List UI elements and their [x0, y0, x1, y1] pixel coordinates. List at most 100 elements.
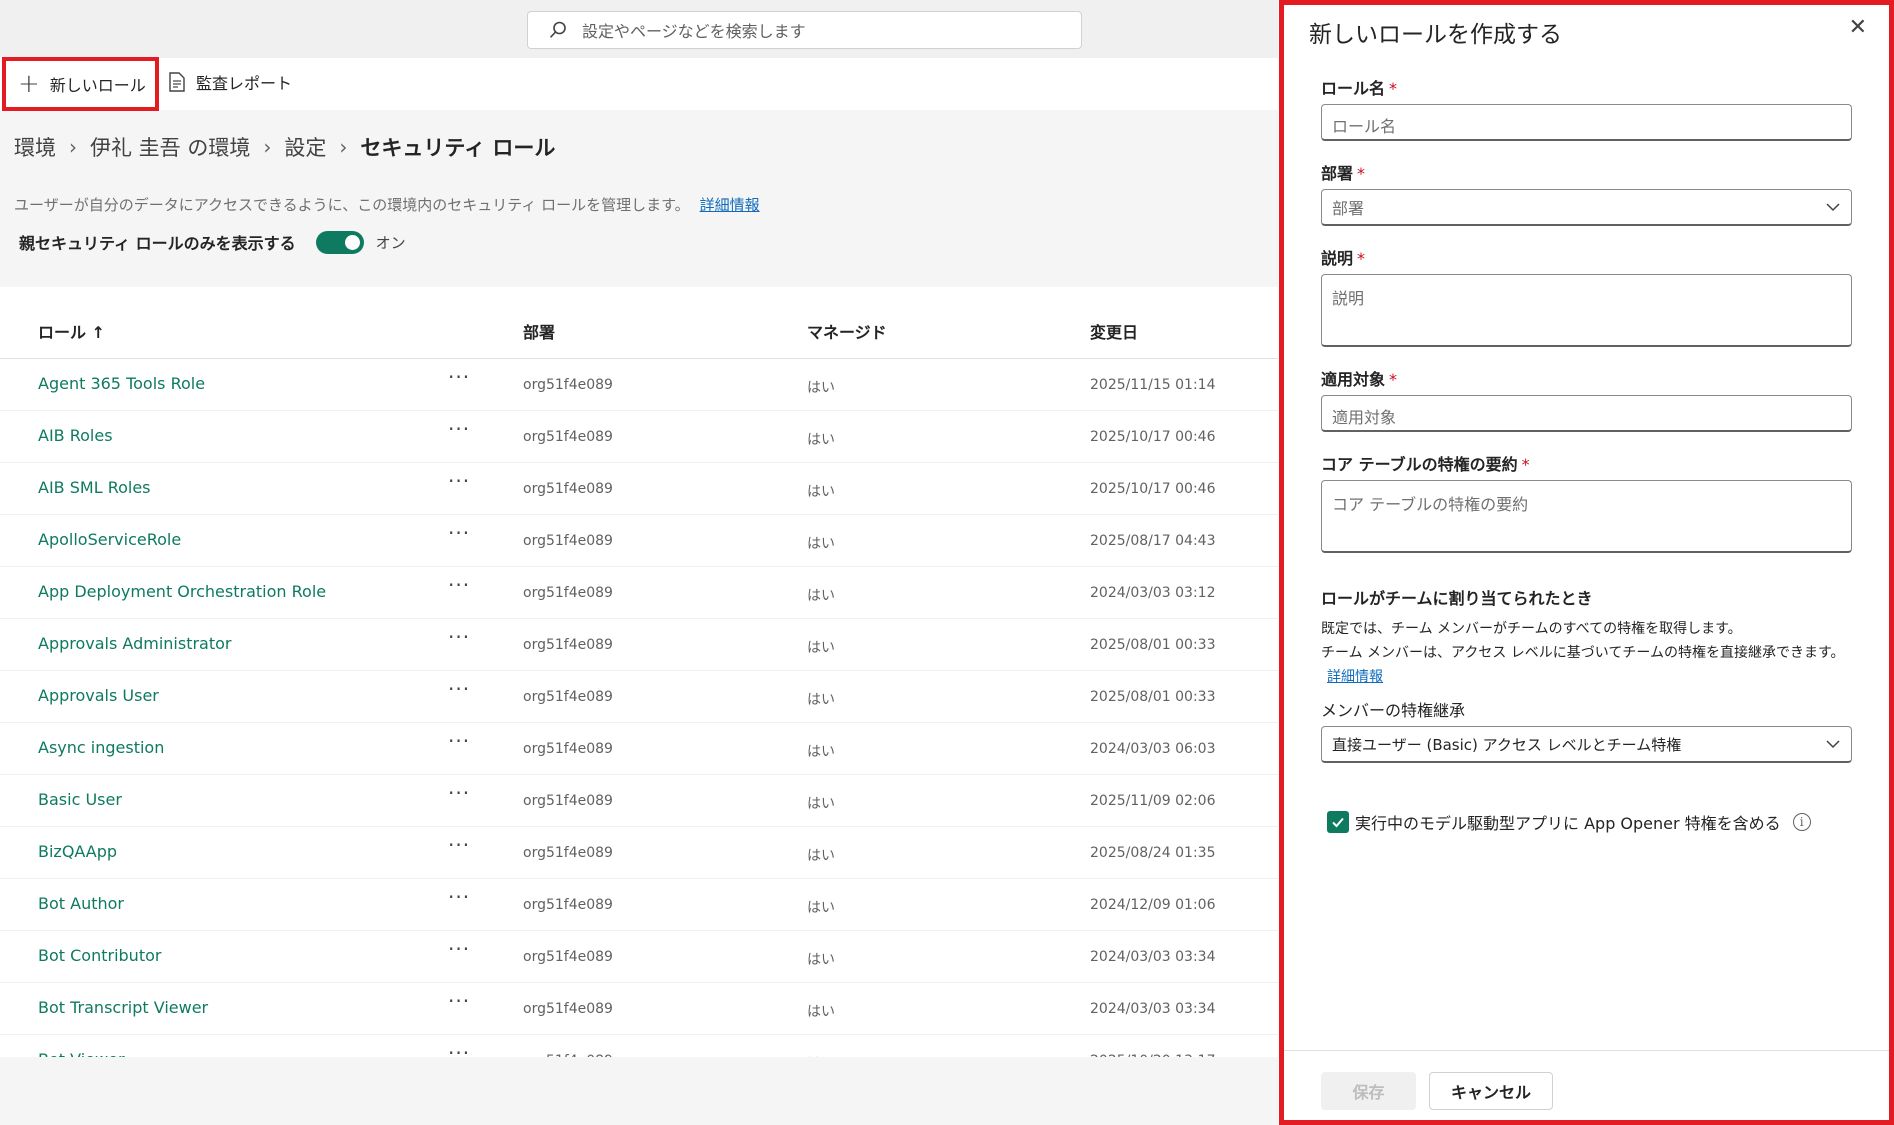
close-icon[interactable]: ✕ — [1849, 15, 1867, 40]
header-modified[interactable]: 変更日 — [1090, 319, 1138, 343]
more-icon[interactable]: ··· — [448, 521, 470, 545]
panel-title: 新しいロールを作成する — [1309, 22, 1562, 48]
new-role-label: 新しいロール — [49, 76, 146, 95]
toggle-label: 親セキュリティ ロールのみを表示する — [19, 234, 296, 253]
department-value: 部署 — [1332, 199, 1365, 218]
description-textarea[interactable]: 説明 — [1321, 274, 1852, 347]
table-row[interactable]: BizQAApp ··· org51f4e089 はい 2025/08/24 01:35 — [0, 827, 1278, 879]
table-row[interactable]: AIB SML Roles ··· org51f4e089 はい 2025/10/17 … — [0, 463, 1278, 515]
more-icon[interactable]: ··· — [448, 417, 470, 441]
department-select[interactable]: 部署 — [1321, 189, 1852, 226]
inherit-value: 直接ユーザー (Basic) アクセス レベルとチーム特権 — [1332, 735, 1682, 754]
table-row[interactable]: AIB Roles ··· org51f4e089 はい 2025/10/17 00:4… — [0, 411, 1278, 463]
core-summary-label-text: コア テーブルの特権の要約 — [1321, 455, 1518, 474]
app-opener-checkbox-row: 実行中のモデル駆動型アプリに App Opener 特権を含める i — [1327, 810, 1811, 834]
description-text: ユーザーが自分のデータにアクセスできるように、この環境内のセキュリティ ロールを… — [14, 196, 690, 214]
core-summary-textarea[interactable]: コア テーブルの特権の要約 — [1321, 480, 1852, 553]
header-department[interactable]: 部署 — [523, 319, 555, 343]
table-row[interactable]: Bot Viewer···org51f4e089はい2025/10/20 13:… — [0, 1035, 1278, 1059]
learn-more-link[interactable]: 詳細情報 — [700, 196, 760, 214]
parent-only-toggle-row: 親セキュリティ ロールのみを表示する オン — [19, 230, 406, 254]
table-row[interactable]: Basic User ··· org51f4e089 はい 2025/11/09 02:… — [0, 775, 1278, 827]
role-link[interactable]: ApolloServiceRole — [38, 530, 181, 549]
role-link[interactable]: BizQAApp — [38, 842, 117, 861]
table-row[interactable]: ApolloServiceRole ··· org51f4e089 はい 2025/08… — [0, 515, 1278, 567]
role-link[interactable]: Approvals User — [38, 686, 159, 705]
more-icon[interactable]: ··· — [448, 625, 470, 649]
role-link[interactable]: AIB SML Roles — [38, 478, 151, 497]
department-label-text: 部署 — [1321, 164, 1354, 183]
header-managed[interactable]: マネージド — [807, 319, 887, 343]
role-link[interactable]: Bot Transcript Viewer — [38, 998, 208, 1017]
table-row[interactable]: Agent 365 Tools Role ··· org51f4e089 はい 2025… — [0, 359, 1278, 411]
managed-cell: はい — [807, 484, 835, 500]
app-opener-checkbox[interactable] — [1327, 811, 1349, 833]
applies-to-label: 適用対象 * — [1321, 366, 1397, 390]
cancel-button[interactable]: キャンセル — [1429, 1072, 1553, 1110]
more-icon[interactable]: ··· — [448, 729, 470, 753]
role-name-label: ロール名 * — [1321, 75, 1397, 99]
breadcrumb-environments[interactable]: 環境 — [14, 132, 56, 162]
table-row[interactable]: Bot Author ··· org51f4e089 はい 2024/12/09 01:… — [0, 879, 1278, 931]
chevron-right-icon: › — [339, 135, 348, 159]
role-link[interactable]: Bot Contributor — [38, 946, 161, 965]
table-row[interactable]: App Deployment Orchestration Role ··· org5… — [0, 567, 1278, 619]
breadcrumb-settings[interactable]: 設定 — [284, 132, 326, 162]
description-label-text: 説明 — [1321, 249, 1354, 268]
managed-cell: はい — [807, 796, 835, 812]
managed-cell: はい — [807, 692, 835, 708]
applies-to-input[interactable]: 適用対象 — [1321, 395, 1852, 432]
audit-report-button[interactable]: 監査レポート — [168, 70, 292, 94]
new-role-panel: 新しいロールを作成する ✕ ロール名 * ロール名 部署 * 部署 説明 * 説明 適… — [1279, 0, 1894, 1125]
role-link[interactable]: Approvals Administrator — [38, 634, 231, 653]
table-row[interactable]: Async ingestion ··· org51f4e089 はい 2024/03/0… — [0, 723, 1278, 775]
table-row[interactable]: Approvals Administrator ··· org51f4e089 はい 2… — [0, 619, 1278, 671]
more-icon[interactable]: ··· — [448, 365, 470, 389]
managed-cell: はい — [807, 380, 835, 396]
more-icon[interactable]: ··· — [448, 469, 470, 493]
search-icon — [550, 21, 566, 38]
breadcrumb-environment[interactable]: 伊礼 圭吾 の環境 — [90, 132, 250, 162]
role-link[interactable]: Agent 365 Tools Role — [38, 374, 205, 393]
inherit-label: メンバーの特権継承 — [1321, 701, 1466, 720]
save-button[interactable]: 保存 — [1321, 1072, 1416, 1110]
search-box[interactable]: 設定やページなどを検索します — [527, 11, 1082, 49]
required-mark: * — [1521, 455, 1530, 474]
app-opener-label: 実行中のモデル駆動型アプリに App Opener 特権を含める — [1355, 814, 1781, 833]
modified-cell: 2025/08/24 01:35 — [1090, 845, 1216, 861]
table-row[interactable]: Bot Transcript Viewer ··· org51f4e089 はい 202… — [0, 983, 1278, 1035]
more-icon[interactable]: ··· — [448, 677, 470, 701]
department-label: 部署 * — [1321, 160, 1365, 184]
new-role-button[interactable]: + 新しいロール — [2, 57, 159, 111]
role-link[interactable]: Async ingestion — [38, 738, 164, 757]
more-icon[interactable]: ··· — [448, 781, 470, 805]
plus-icon: + — [18, 69, 40, 99]
table-row[interactable]: Bot Contributor ··· org51f4e089 はい 2024/03/0… — [0, 931, 1278, 983]
role-name-input[interactable]: ロール名 — [1321, 104, 1852, 141]
team-text-line1: 既定では、チーム メンバーがチームのすべての特権を取得します。 — [1321, 621, 1742, 637]
inherit-select[interactable]: 直接ユーザー (Basic) アクセス レベルとチーム特権 — [1321, 726, 1852, 763]
more-icon[interactable]: ··· — [448, 885, 470, 909]
modified-cell: 2025/08/17 04:43 — [1090, 533, 1216, 549]
more-icon[interactable]: ··· — [448, 833, 470, 857]
department-cell: org51f4e089 — [523, 845, 613, 861]
department-cell: org51f4e089 — [523, 377, 613, 393]
table-row[interactable]: Approvals User ··· org51f4e089 はい 2025/08/01… — [0, 671, 1278, 723]
role-link[interactable]: Bot Author — [38, 894, 124, 913]
more-icon[interactable]: ··· — [448, 989, 470, 1013]
role-link[interactable]: Basic User — [38, 790, 122, 809]
team-learn-more-link[interactable]: 詳細情報 — [1327, 669, 1383, 685]
main-area: 設定やページなどを検索します + 新しいロール 監査レポート 環境 › 伊礼 圭… — [0, 0, 1278, 1125]
info-icon[interactable]: i — [1792, 813, 1811, 831]
department-cell: org51f4e089 — [523, 897, 613, 913]
more-icon[interactable]: ··· — [448, 573, 470, 597]
toggle-knob — [344, 234, 360, 250]
role-link[interactable]: App Deployment Orchestration Role — [38, 582, 326, 601]
parent-only-toggle[interactable] — [315, 230, 364, 254]
team-text-line2-text: チーム メンバーは、アクセス レベルに基づいてチームの特権を直接継承できます。 — [1321, 645, 1845, 661]
header-role[interactable]: ロール ↑ — [38, 319, 105, 343]
role-link[interactable]: AIB Roles — [38, 426, 113, 445]
more-icon[interactable]: ··· — [448, 937, 470, 961]
modified-cell: 2025/10/17 00:46 — [1090, 481, 1216, 497]
team-section-heading: ロールがチームに割り当てられたとき — [1321, 589, 1593, 608]
